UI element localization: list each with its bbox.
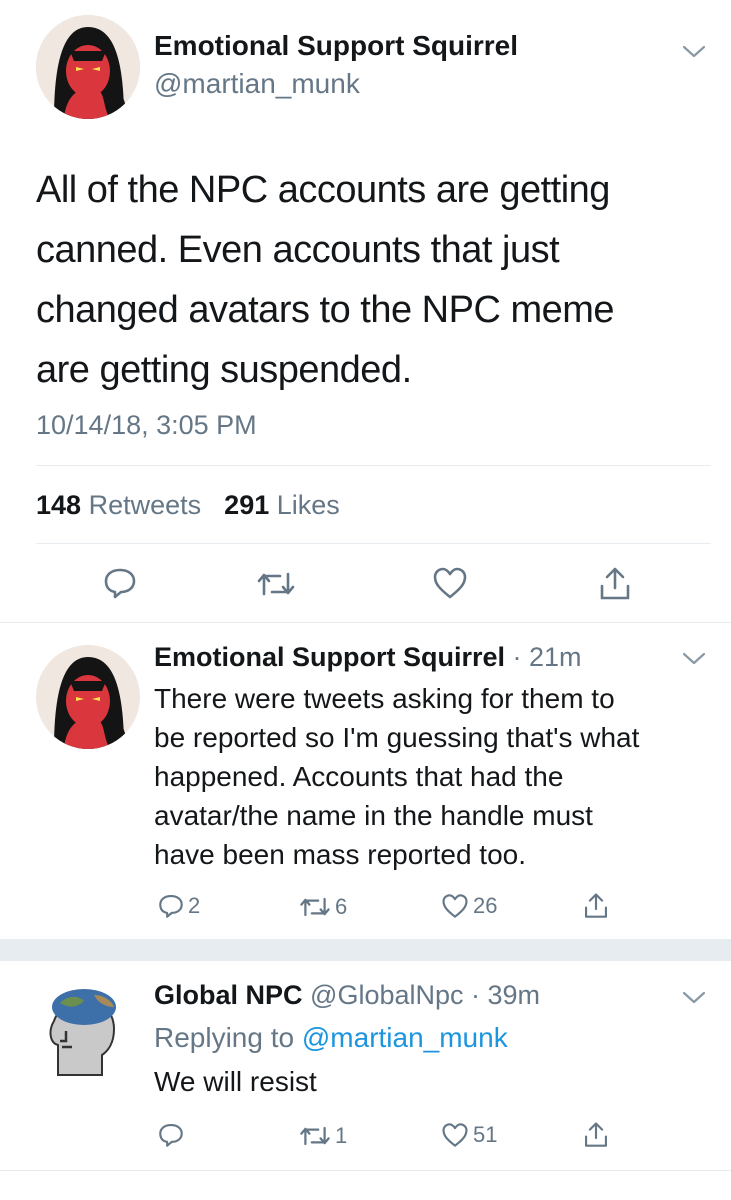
chevron-down-icon[interactable] bbox=[681, 44, 707, 60]
tweet-text-line: have been mass reported too. bbox=[154, 839, 527, 870]
share-icon[interactable] bbox=[598, 566, 632, 602]
reply2-time[interactable]: · 39m bbox=[471, 980, 540, 1010]
chevron-down-icon[interactable] bbox=[681, 990, 707, 1006]
reply2-like-button[interactable]: 51 bbox=[441, 1122, 497, 1148]
divider bbox=[36, 465, 711, 466]
tweet-text-line: changed avatars to the NPC meme bbox=[36, 289, 615, 331]
likes-label[interactable]: Likes bbox=[277, 490, 340, 520]
main-author-handle[interactable]: @martian_munk bbox=[154, 68, 360, 100]
avatar-image bbox=[36, 645, 140, 749]
section-separator bbox=[0, 939, 731, 961]
like-icon bbox=[442, 1123, 468, 1147]
reply2-handle[interactable]: @GlobalNpc bbox=[310, 980, 463, 1010]
likes-count[interactable]: 291 bbox=[224, 490, 269, 520]
tweet-text-line: There were tweets asking for them to bbox=[154, 683, 615, 714]
avatar-emotional-support-squirrel[interactable] bbox=[36, 645, 140, 749]
reply1-text: There were tweets asking for them to be … bbox=[154, 679, 639, 874]
like-count: 26 bbox=[473, 893, 498, 918]
like-icon[interactable] bbox=[432, 566, 468, 600]
reply1-time[interactable]: · 21m bbox=[513, 642, 582, 672]
main-author-name[interactable]: Emotional Support Squirrel bbox=[154, 30, 518, 62]
reply1-retweet-button[interactable]: 6 bbox=[299, 894, 347, 920]
divider bbox=[0, 1170, 731, 1171]
retweet-icon bbox=[300, 1126, 330, 1146]
reply2-author-name[interactable]: Global NPC bbox=[154, 980, 303, 1010]
replying-to-label: Replying to bbox=[154, 1022, 295, 1053]
reply2-header: Global NPC @GlobalNpc · 39m bbox=[154, 980, 540, 1011]
reply2-text: We will resist bbox=[154, 1066, 317, 1097]
tweet-text-line: All of the NPC accounts are getting bbox=[36, 169, 610, 211]
divider bbox=[0, 622, 731, 623]
reply-icon[interactable] bbox=[158, 1122, 184, 1148]
avatar-emotional-support-squirrel[interactable] bbox=[36, 15, 140, 119]
divider bbox=[36, 543, 711, 544]
retweet-count: 6 bbox=[335, 894, 348, 919]
like-count: 51 bbox=[473, 1122, 498, 1147]
stats-row: 148 Retweets 291 Likes bbox=[36, 490, 340, 521]
retweets-count[interactable]: 148 bbox=[36, 490, 81, 520]
reply1-author-name[interactable]: Emotional Support Squirrel bbox=[154, 642, 505, 672]
retweets-label[interactable]: Retweets bbox=[89, 490, 202, 520]
main-timestamp[interactable]: 10/14/18, 3:05 PM bbox=[36, 410, 257, 441]
avatar-global-npc[interactable] bbox=[44, 985, 122, 1077]
reply1-header: Emotional Support Squirrel · 21m bbox=[154, 642, 582, 673]
reply1-reply-button[interactable]: 2 bbox=[158, 893, 200, 919]
reply2-retweet-button[interactable]: 1 bbox=[299, 1123, 347, 1149]
retweet-count: 1 bbox=[335, 1123, 348, 1148]
tweet-text-line: happened. Accounts that had the bbox=[154, 761, 564, 792]
share-icon[interactable] bbox=[583, 1121, 609, 1149]
reply1-like-button[interactable]: 26 bbox=[441, 893, 497, 919]
chevron-down-icon[interactable] bbox=[681, 651, 707, 667]
reply-icon[interactable] bbox=[103, 566, 137, 600]
like-icon bbox=[442, 894, 468, 918]
tweet-text-line: are getting suspended. bbox=[36, 349, 412, 391]
reply2-replying-to: Replying to @martian_munk bbox=[154, 1022, 508, 1054]
replying-to-handle-link[interactable]: @martian_munk bbox=[302, 1022, 508, 1053]
retweet-icon[interactable] bbox=[256, 568, 296, 600]
avatar-image bbox=[36, 15, 140, 119]
reply-count: 2 bbox=[188, 893, 201, 918]
tweet-text-line: be reported so I'm guessing that's what bbox=[154, 722, 640, 753]
npc-globe-avatar bbox=[49, 989, 116, 1076]
share-icon[interactable] bbox=[583, 892, 609, 920]
main-tweet-text: All of the NPC accounts are getting cann… bbox=[36, 160, 615, 400]
retweet-icon bbox=[300, 897, 330, 917]
tweet-text-line: avatar/the name in the handle must bbox=[154, 800, 593, 831]
tweet-text-line: canned. Even accounts that just bbox=[36, 229, 560, 271]
reply-icon bbox=[159, 894, 183, 918]
